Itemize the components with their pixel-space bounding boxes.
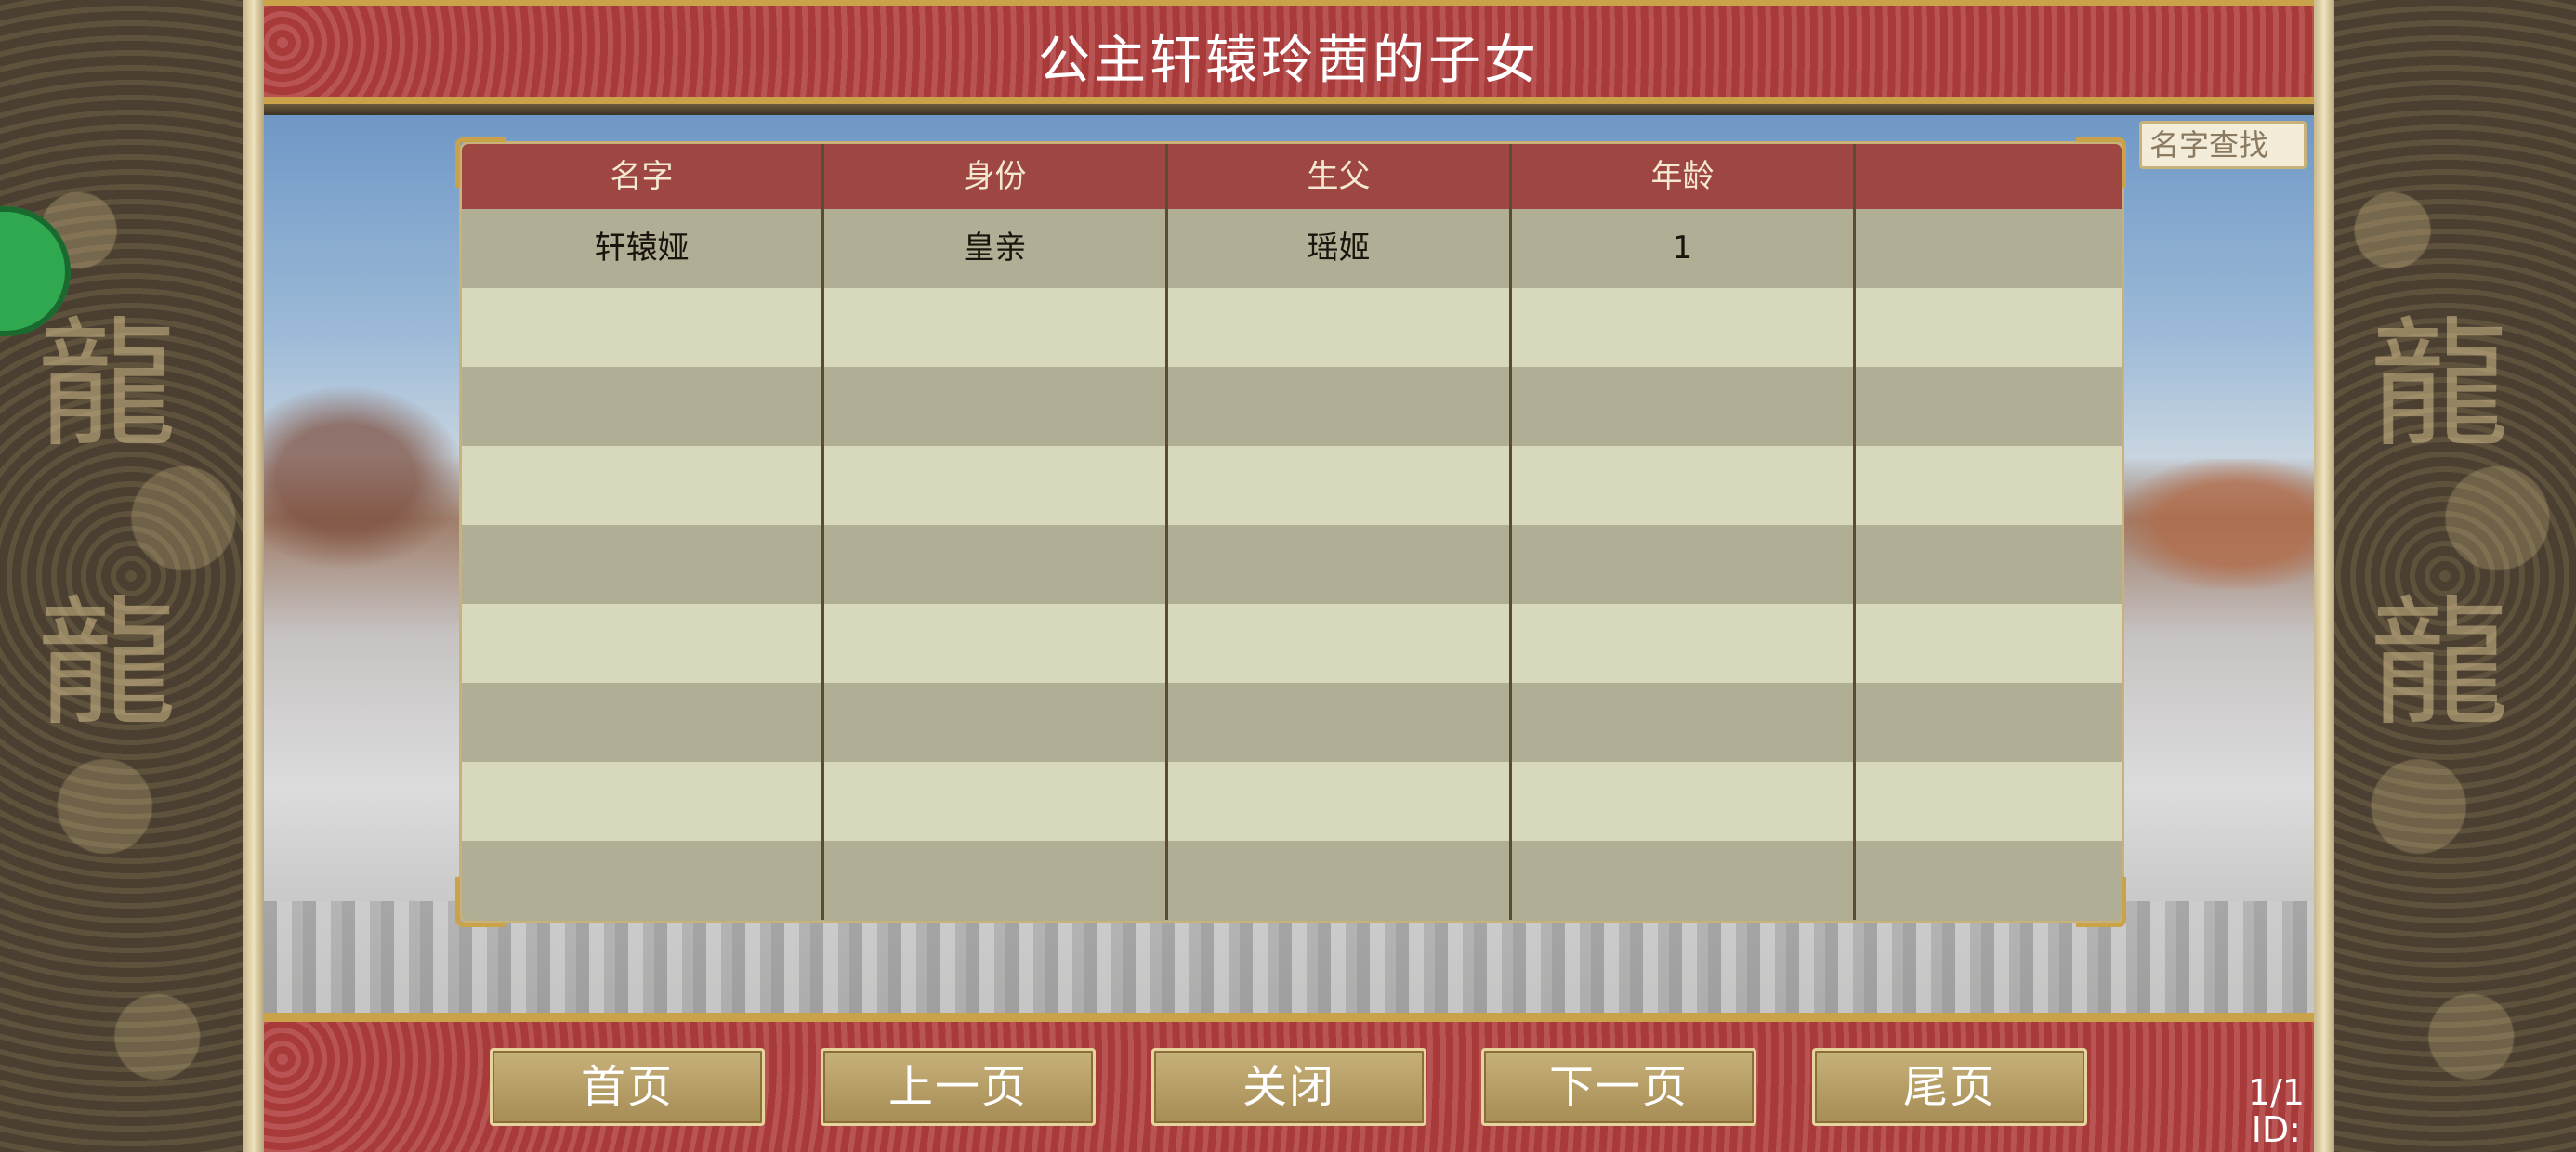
cell-age xyxy=(1512,525,1856,604)
cell-status: 皇亲 xyxy=(824,209,1168,288)
cell-age xyxy=(1512,367,1856,446)
column-header-father: 生父 xyxy=(1168,144,1512,209)
cell-age xyxy=(1512,604,1856,683)
cell-name: 轩辕娅 xyxy=(462,209,824,288)
table-row xyxy=(462,525,2122,604)
cell-father xyxy=(1168,762,1512,841)
corner-ornament xyxy=(2076,137,2126,188)
cell-name xyxy=(462,525,824,604)
column-header-status: 身份 xyxy=(824,144,1168,209)
header-band: 公主轩辕玲茜的子女 xyxy=(264,0,2314,104)
cell-status xyxy=(824,288,1168,367)
cell-name xyxy=(462,762,824,841)
column-header-age: 年龄 xyxy=(1512,144,1856,209)
header-divider xyxy=(264,104,2314,115)
cell-name xyxy=(462,446,824,525)
cell-age xyxy=(1512,288,1856,367)
cell-father xyxy=(1168,367,1512,446)
children-table: 名字 身份 生父 年龄 轩辕娅 皇亲 瑶姬 1 xyxy=(459,141,2124,923)
cell-extra xyxy=(1856,446,2122,525)
table-row xyxy=(462,762,2122,841)
cell-father xyxy=(1168,288,1512,367)
corner-ornament xyxy=(455,137,506,188)
background-building xyxy=(264,385,468,570)
cell-age xyxy=(1512,683,1856,762)
name-search-input[interactable] xyxy=(2139,121,2307,169)
page-counter: 1/1 xyxy=(2247,1072,2305,1113)
cell-name xyxy=(462,288,824,367)
dragon-ornament-icon: 龍 xyxy=(2370,305,2510,466)
dragon-ornament-icon: 龍 xyxy=(2370,583,2510,745)
cell-status xyxy=(824,525,1168,604)
cell-extra xyxy=(1856,525,2122,604)
page-title: 公主轩辕玲茜的子女 xyxy=(1038,31,1540,91)
table-row[interactable]: 轩辕娅 皇亲 瑶姬 1 xyxy=(462,209,2122,288)
cell-extra xyxy=(1856,604,2122,683)
cell-status xyxy=(824,683,1168,762)
background-building xyxy=(2119,459,2314,589)
cell-status xyxy=(824,762,1168,841)
table-row xyxy=(462,367,2122,446)
cell-age xyxy=(1512,841,1856,920)
first-page-button[interactable]: 首页 xyxy=(490,1048,765,1126)
table-header-row: 名字 身份 生父 年龄 xyxy=(462,144,2122,209)
close-button[interactable]: 关闭 xyxy=(1151,1048,1426,1126)
table-row xyxy=(462,446,2122,525)
cell-status xyxy=(824,841,1168,920)
table-row xyxy=(462,683,2122,762)
left-frame-bar xyxy=(243,0,264,1152)
cell-extra xyxy=(1856,762,2122,841)
cell-status xyxy=(824,446,1168,525)
cell-name xyxy=(462,841,824,920)
user-id-label: ID: 17198410 xyxy=(2122,1109,2301,1152)
table-row xyxy=(462,841,2122,920)
cell-father xyxy=(1168,841,1512,920)
table-row xyxy=(462,604,2122,683)
right-ornament-panel: 龍 龍 xyxy=(2314,0,2576,1152)
cell-age: 1 xyxy=(1512,209,1856,288)
column-header-name: 名字 xyxy=(462,144,824,209)
cell-father xyxy=(1168,446,1512,525)
cell-extra xyxy=(1856,209,2122,288)
cell-status xyxy=(824,604,1168,683)
cell-extra xyxy=(1856,683,2122,762)
right-frame-bar xyxy=(2314,0,2334,1152)
cell-father xyxy=(1168,525,1512,604)
last-page-button[interactable]: 尾页 xyxy=(1812,1048,2087,1126)
cell-extra xyxy=(1856,288,2122,367)
dragon-ornament-icon: 龍 xyxy=(37,305,177,466)
cell-father xyxy=(1168,683,1512,762)
table-body: 轩辕娅 皇亲 瑶姬 1 xyxy=(462,209,2122,920)
corner-ornament xyxy=(2076,877,2126,927)
cell-age xyxy=(1512,762,1856,841)
cell-name xyxy=(462,683,824,762)
left-ornament-panel: 龍 龍 xyxy=(0,0,262,1152)
corner-ornament xyxy=(455,877,506,927)
cell-father xyxy=(1168,604,1512,683)
cell-name xyxy=(462,367,824,446)
cell-status xyxy=(824,367,1168,446)
cell-father: 瑶姬 xyxy=(1168,209,1512,288)
previous-page-button[interactable]: 上一页 xyxy=(821,1048,1096,1126)
next-page-button[interactable]: 下一页 xyxy=(1481,1048,1756,1126)
cell-age xyxy=(1512,446,1856,525)
cell-name xyxy=(462,604,824,683)
table-row xyxy=(462,288,2122,367)
cell-extra xyxy=(1856,367,2122,446)
dragon-ornament-icon: 龍 xyxy=(37,583,177,745)
